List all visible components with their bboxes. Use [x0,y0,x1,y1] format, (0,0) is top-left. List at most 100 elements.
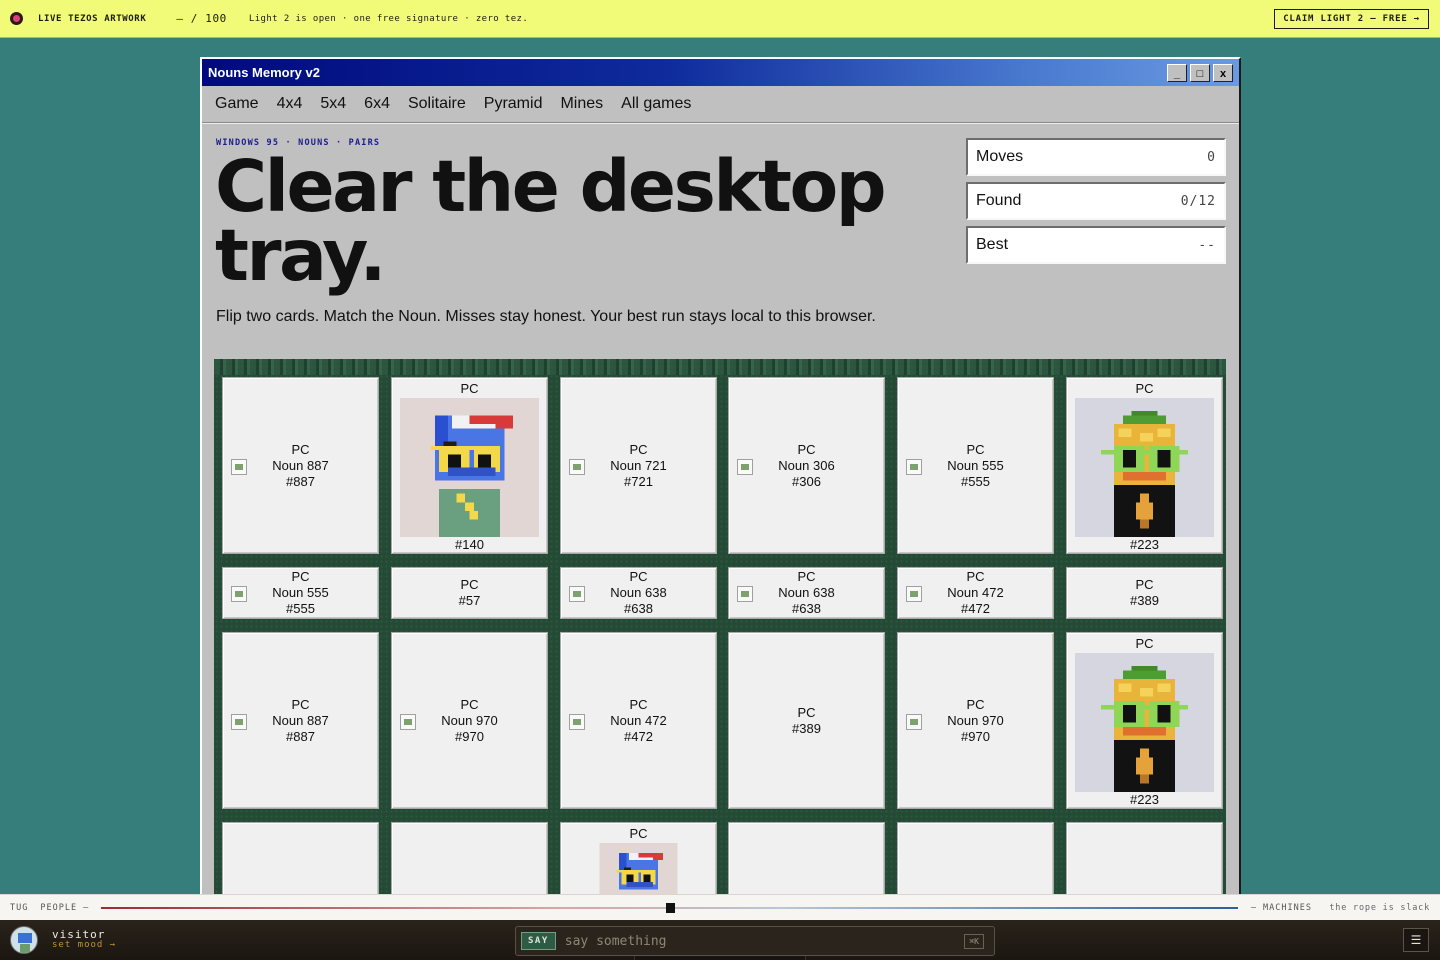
card-owner-label: PC [460,577,479,592]
memory-card[interactable]: PC #57 [391,567,548,619]
card-number: #970 [961,728,990,744]
card-noun-name: Noun 638 [778,585,835,600]
card-owner-label: PC [460,381,479,396]
card-owner-label: PC [966,441,985,457]
close-button[interactable]: x [1213,64,1233,82]
card-owner-label: PC [1135,577,1154,592]
announcement-banner: LIVE TEZOS ARTWORK — / 100 Light 2 is op… [0,0,1440,38]
broken-image-icon [231,586,247,602]
memory-card[interactable]: PC Noun 638 #638 [560,567,717,619]
menu-mines[interactable]: Mines [560,95,603,113]
card-number: #140 [455,537,484,552]
broken-image-icon [737,586,753,602]
live-indicator-icon [10,12,23,25]
menu-button[interactable]: ☰ [1403,928,1429,952]
card-owner-label: PC [629,441,648,457]
memory-card[interactable]: PC Noun 721 #721 [560,377,717,554]
memory-card[interactable]: PC #140 [391,377,548,554]
card-noun-name: Noun 970 [441,712,498,728]
card-owner-label: PC [291,696,310,712]
tug-machines-label: — MACHINES [1250,902,1312,913]
memory-card[interactable]: PC Noun 472 #472 [560,632,717,809]
menu-4x4[interactable]: 4x4 [277,95,303,113]
broken-image-icon [569,713,585,730]
tug-label: TUG [10,902,29,913]
set-mood-link[interactable]: set mood → [52,940,116,951]
card-number: #389 [792,720,821,736]
memory-card[interactable]: PC Noun 970 #970 [897,632,1054,809]
card-number: #638 [792,601,821,616]
card-noun-name: Noun 472 [947,585,1004,600]
stat-value: -- [1198,237,1216,253]
card-noun-name: Noun 638 [610,585,667,600]
card-number: #555 [961,473,990,489]
memory-card[interactable]: PC Noun 555 #555 [222,567,379,619]
broken-image-icon [569,586,585,602]
broken-image-icon [400,713,416,730]
memory-card[interactable]: PC Noun 887 #887 [222,632,379,809]
stat-moves: Moves 0 [966,138,1226,176]
broken-image-icon [231,458,247,475]
live-label: LIVE TEZOS ARTWORK [38,13,147,24]
stat-value: 0/12 [1180,193,1216,209]
memory-card[interactable]: PC #389 [1066,567,1223,619]
tug-knot [666,903,675,913]
memory-card[interactable]: PC #223 [1066,377,1223,554]
bottom-bar: visitor set mood → SAY say something ⌘K … [0,920,1440,960]
card-noun-name: Noun 555 [947,457,1004,473]
shortcut-hint: ⌘K [964,934,984,949]
card-noun-name: Noun 721 [610,457,667,473]
card-owner-label: PC [1135,636,1154,651]
card-number: #472 [961,601,990,616]
memory-card[interactable]: PC Noun 306 #306 [728,377,885,554]
hero-section: WINDOWS 95 · NOUNS · PAIRS Clear the des… [202,123,1239,357]
stat-label: Found [976,192,1022,209]
stat-value: 0 [1207,149,1216,165]
card-owner-label: PC [797,569,816,584]
broken-image-icon [569,458,585,475]
memory-card[interactable]: PC #389 [728,632,885,809]
noun-pineapple-art [1075,653,1214,792]
menu-solitaire[interactable]: Solitaire [408,95,466,113]
memory-card[interactable]: PC Noun 555 #555 [897,377,1054,554]
page-title: Clear the desktop tray. [215,145,887,297]
card-noun-name: Noun 887 [272,712,329,728]
menu-pyramid[interactable]: Pyramid [484,95,543,113]
broken-image-icon [906,586,922,602]
broken-image-icon [906,713,922,730]
card-table: PC Noun 887 #887 PC #140 PC Noun 721 #721 PC Noun… [214,359,1226,915]
say-input[interactable]: say something [565,934,667,949]
card-number: #721 [624,473,653,489]
card-owner-label: PC [797,704,816,720]
memory-card[interactable]: PC #223 [1066,632,1223,809]
card-owner-label: PC [291,569,310,584]
card-number: #638 [624,601,653,616]
game-window: Nouns Memory v2 _ □ x Game 4x4 5x4 6x4 S… [200,57,1241,917]
minimize-button[interactable]: _ [1167,64,1187,82]
card-owner-label: PC [629,569,648,584]
memory-card[interactable]: PC Noun 970 #970 [391,632,548,809]
claim-button[interactable]: CLAIM LIGHT 2 — FREE → [1274,9,1429,29]
broken-image-icon [231,713,247,730]
memory-card[interactable]: PC Noun 472 #472 [897,567,1054,619]
avatar[interactable] [10,926,38,954]
card-owner-label: PC [629,696,648,712]
menu-all-games[interactable]: All games [621,95,691,113]
memory-card[interactable]: PC Noun 887 #887 [222,377,379,554]
window-titlebar[interactable]: Nouns Memory v2 _ □ x [202,59,1239,86]
menu-6x4[interactable]: 6x4 [364,95,390,113]
broken-image-icon [906,458,922,475]
memory-card[interactable]: PC Noun 638 #638 [728,567,885,619]
card-number: #57 [458,593,481,608]
card-number: #306 [792,473,821,489]
card-number: #887 [286,473,315,489]
card-number: #970 [455,728,484,744]
menu-5x4[interactable]: 5x4 [320,95,346,113]
card-number: #555 [286,601,315,616]
say-box: SAY say something ⌘K [515,926,995,956]
maximize-button[interactable]: □ [1190,64,1210,82]
card-owner-label: PC [1135,381,1154,396]
page-subtitle: Flip two cards. Match the Noun. Misses s… [216,308,876,325]
menu-game[interactable]: Game [215,95,259,113]
edition-count: — / 100 [176,12,227,25]
